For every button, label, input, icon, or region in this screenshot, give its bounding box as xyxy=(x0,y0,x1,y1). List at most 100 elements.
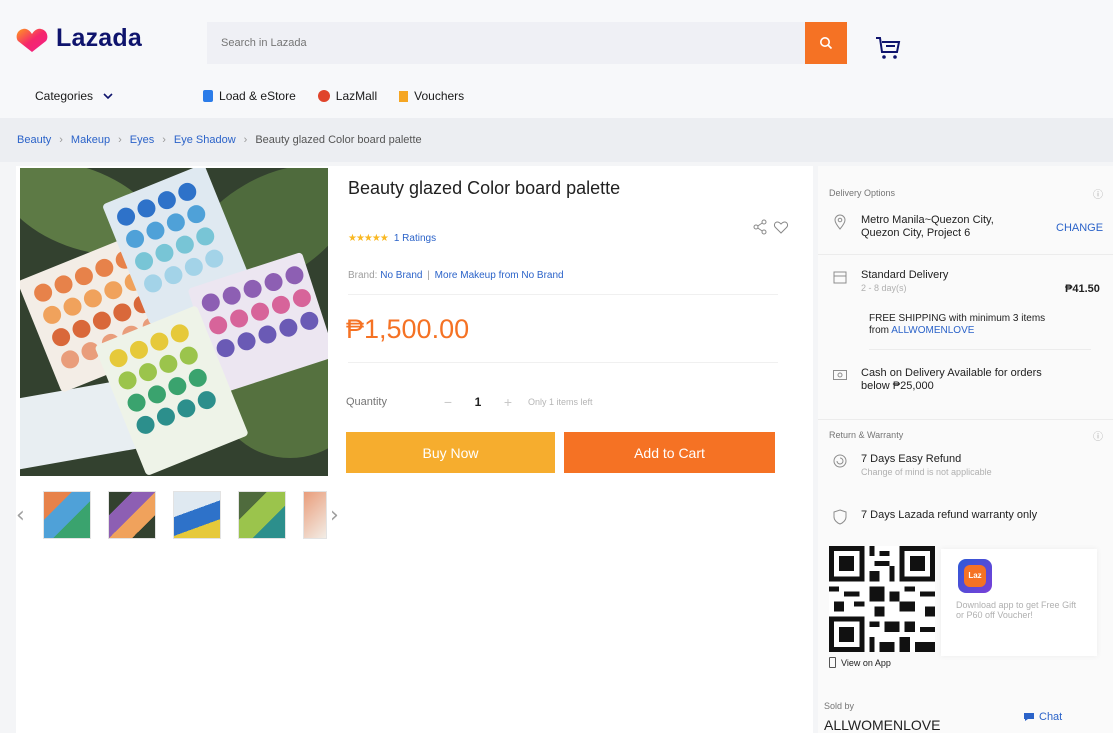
buy-now-button[interactable]: Buy Now xyxy=(346,432,555,473)
refund-label: 7 Days Easy Refund xyxy=(861,453,962,465)
chevron-right-icon: › xyxy=(59,134,63,146)
brand-label: Brand: xyxy=(348,270,378,281)
seller-name[interactable]: ALLWOMENLOVE xyxy=(824,717,940,733)
delivery-box-icon xyxy=(829,269,851,295)
divider xyxy=(348,362,778,363)
product-image[interactable] xyxy=(20,168,328,476)
divider xyxy=(348,294,778,295)
lazada-logo[interactable]: Lazada xyxy=(16,24,142,53)
breadcrumb-eye-shadow[interactable]: Eye Shadow xyxy=(174,134,236,146)
chevron-right-icon[interactable]: › xyxy=(330,503,340,528)
chat-label: Chat xyxy=(1039,711,1063,723)
info-icon[interactable]: ⓘ xyxy=(1093,428,1103,443)
delivery-location: Metro Manila~Quezon City, Quezon City, P… xyxy=(829,214,994,240)
divider xyxy=(869,349,1091,350)
palette-photo xyxy=(20,168,328,476)
heart-icon[interactable] xyxy=(773,219,789,235)
delivery-fee: ₱41.50 xyxy=(1065,283,1100,295)
nav-label: Load & eStore xyxy=(219,89,296,103)
quantity-increase-button[interactable]: + xyxy=(498,392,518,412)
product-title: Beauty glazed Color board palette xyxy=(348,178,621,198)
qr-code xyxy=(829,546,935,652)
breadcrumb-eyes[interactable]: Eyes xyxy=(130,134,154,146)
share-icon[interactable] xyxy=(752,219,768,235)
chevron-right-icon: › xyxy=(118,134,122,146)
categories-label: Categories xyxy=(35,89,94,103)
divider xyxy=(818,419,1113,420)
refund-icon xyxy=(829,453,851,479)
product-rating: ★★★★★ 1 Ratings xyxy=(348,233,436,244)
share-favorite xyxy=(752,219,789,235)
thumbnail[interactable] xyxy=(108,491,156,539)
nav-vouchers[interactable]: Vouchers xyxy=(399,89,464,103)
sold-by-label: Sold by xyxy=(824,701,855,711)
more-from-brand-link[interactable]: More Makeup from No Brand xyxy=(435,270,564,281)
cash-icon xyxy=(829,367,851,393)
breadcrumb-beauty[interactable]: Beauty xyxy=(17,134,51,146)
info-icon[interactable]: ⓘ xyxy=(1093,186,1103,201)
ratings-link[interactable]: 1 Ratings xyxy=(394,233,436,244)
location-line1: Metro Manila~Quezon City, xyxy=(861,214,994,226)
location-line2: Quezon City, Project 6 xyxy=(861,227,971,239)
stock-note: Only 1 items left xyxy=(528,397,593,407)
thumbnail[interactable] xyxy=(43,491,91,539)
cod-line1: Cash on Delivery Available for orders xyxy=(861,367,1042,379)
divider xyxy=(818,254,1113,255)
cart-icon[interactable] xyxy=(873,32,903,62)
chevron-right-icon: › xyxy=(243,134,248,146)
add-to-cart-button[interactable]: Add to Cart xyxy=(564,432,775,473)
free-shipping-text: FREE SHIPPING with minimum 3 items xyxy=(869,313,1046,324)
search-button[interactable] xyxy=(805,22,847,64)
thumbnail[interactable] xyxy=(238,491,286,539)
categories-menu[interactable]: Categories xyxy=(35,89,113,103)
voucher-icon xyxy=(399,90,409,102)
quantity-stepper[interactable]: 1 xyxy=(458,395,498,409)
search-icon xyxy=(820,37,833,50)
lazada-refund-warranty: 7 Days Lazada refund warranty only xyxy=(829,509,1037,528)
change-location-button[interactable]: CHANGE xyxy=(1056,222,1103,234)
delivery-options-title: Delivery Options xyxy=(829,188,896,198)
chat-button[interactable]: Chat xyxy=(1023,711,1062,723)
cod-line2: below ₱25,000 xyxy=(861,380,934,392)
quantity-label: Quantity xyxy=(346,396,387,408)
standard-delivery: Standard Delivery 2 - 8 day(s) xyxy=(829,269,948,295)
nav-load-estore[interactable]: Load & eStore xyxy=(203,89,296,103)
thumbnail[interactable] xyxy=(303,491,327,539)
return-warranty-title: Return & Warranty xyxy=(829,430,904,440)
brand-separator: | xyxy=(427,270,430,281)
standard-delivery-label: Standard Delivery xyxy=(861,269,949,281)
free-from: from xyxy=(869,325,889,336)
thumbnail-strip: ‹ › xyxy=(16,491,340,539)
app-promo-card[interactable]: Laz Download app to get Free Gift or P60… xyxy=(941,549,1097,656)
quantity-row: Quantity − 1 + Only 1 items left xyxy=(346,392,593,412)
phone-icon xyxy=(829,657,836,668)
delivery-panel: Delivery Options ⓘ Metro Manila~Quezon C… xyxy=(818,166,1113,733)
free-shipping-note: FREE SHIPPING with minimum 3 items from … xyxy=(869,313,1099,337)
brand-link[interactable]: No Brand xyxy=(380,270,422,281)
thumbnail[interactable] xyxy=(173,491,221,539)
nav-label: Vouchers xyxy=(414,89,465,103)
lazada-heart-icon xyxy=(16,28,48,52)
chevron-left-icon[interactable]: ‹ xyxy=(16,503,26,528)
chevron-right-icon: › xyxy=(162,134,166,146)
breadcrumb-makeup[interactable]: Makeup xyxy=(71,134,110,146)
lazmall-icon xyxy=(317,90,330,102)
nav-label: LazMall xyxy=(335,89,378,103)
location-pin-icon xyxy=(829,214,851,240)
top-nav: Categories Load & eStore LazMall Voucher… xyxy=(35,89,486,103)
search-input[interactable] xyxy=(207,22,805,64)
easy-refund: 7 Days Easy Refund Change of mind is not… xyxy=(829,453,992,479)
free-shop-link[interactable]: ALLWOMENLOVE xyxy=(891,325,974,336)
search-bar xyxy=(207,22,847,64)
view-on-app-link[interactable]: View on App xyxy=(829,657,891,668)
view-on-app-label: View on App xyxy=(841,657,891,668)
app-logo-text: Laz xyxy=(964,565,986,587)
app-promo-text: Download app to get Free Gift or P60 off… xyxy=(956,600,1077,620)
logo-text: Lazada xyxy=(56,24,142,52)
refund-note: Change of mind is not applicable xyxy=(861,467,992,477)
quantity-decrease-button[interactable]: − xyxy=(438,392,458,412)
lazada-refund-label: 7 Days Lazada refund warranty only xyxy=(861,509,1038,521)
site-header: Lazada Categories Load & eStore LazMall … xyxy=(0,0,1113,118)
nav-lazmall[interactable]: LazMall xyxy=(317,89,378,103)
chat-icon xyxy=(1024,713,1034,721)
